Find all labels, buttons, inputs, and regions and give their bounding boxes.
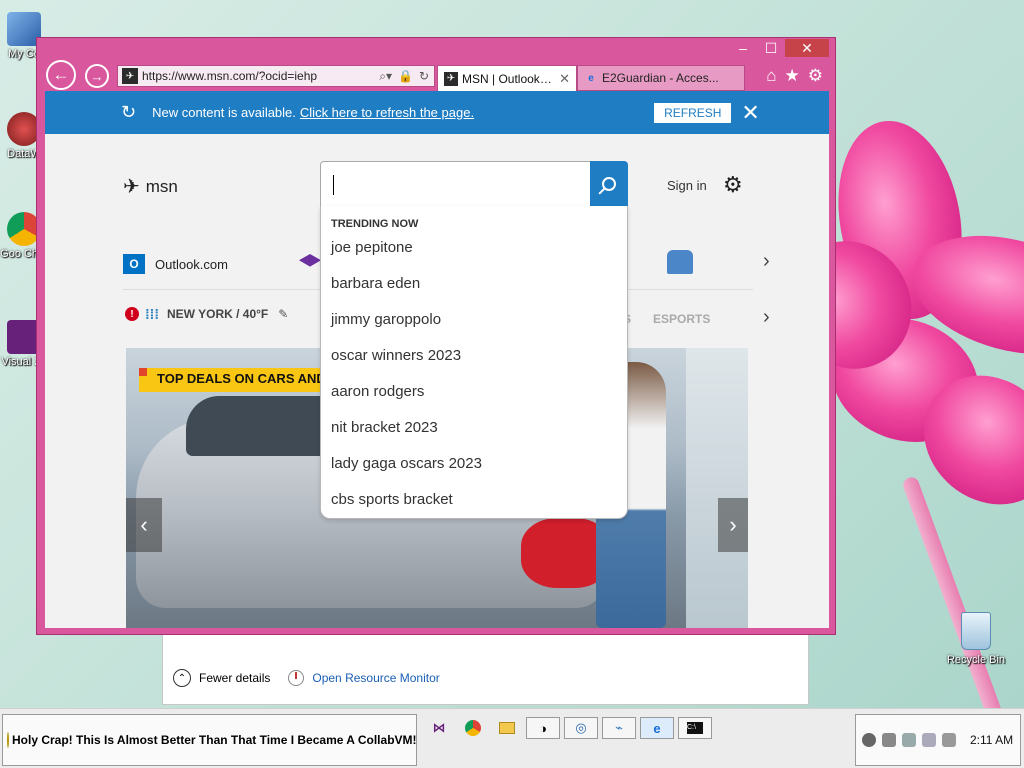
suggestion-item[interactable]: aaron rodgers <box>321 374 627 410</box>
address-bar[interactable]: ✈ https://www.msn.com/?ocid=iehp ⌕▾ 🔒 ↻ <box>117 65 435 87</box>
settings-gear-icon[interactable]: ⚙ <box>808 66 823 86</box>
suggestion-item[interactable]: cbs sports bracket <box>321 482 627 518</box>
car-icon[interactable] <box>667 250 693 274</box>
taskbar: Holy Crap! This Is Almost Better Than Th… <box>0 708 1024 768</box>
close-button[interactable]: ✕ <box>785 39 829 57</box>
cmd-taskbar-icon[interactable]: C:\ <box>678 717 712 739</box>
taskbar-apps: ⋈ ◑ ◎ ⌁ e C:\ <box>424 717 712 739</box>
search-button[interactable] <box>590 161 628 207</box>
notification-message: New content is available. <box>152 105 296 120</box>
tab-e2guardian[interactable]: e E2Guardian - Acces... <box>577 65 745 91</box>
tray-icon-4[interactable] <box>922 733 936 747</box>
suggestion-item[interactable]: jimmy garoppolo <box>321 302 627 338</box>
graduation-cap-icon[interactable] <box>299 254 321 267</box>
desktop-icon-recycle-bin[interactable]: Recycle Bin <box>944 612 1008 666</box>
system-tray: 2:11 AM <box>855 714 1021 766</box>
close-tab-icon[interactable]: ✕ <box>559 71 570 87</box>
ie-taskbar-icon[interactable]: e <box>640 717 674 739</box>
window-controls: – ☐ ✕ <box>729 39 829 57</box>
ie-tab-icon: e <box>588 72 594 84</box>
minimize-button[interactable]: – <box>729 39 757 57</box>
resource-monitor-icon <box>288 670 305 686</box>
refresh-button[interactable]: REFRESH <box>654 102 732 123</box>
clock[interactable]: 2:11 AM <box>970 733 1013 747</box>
maximize-button[interactable]: ☐ <box>757 39 785 57</box>
quicklink-outlook[interactable]: O Outlook.com <box>123 254 228 274</box>
chevron-right-icon[interactable]: › <box>763 250 770 273</box>
collabvm-banner: Holy Crap! This Is Almost Better Than Th… <box>2 714 417 766</box>
back-button[interactable]: ← <box>46 60 76 90</box>
task-manager-footer: ⌃ Fewer details Open Resource Monitor <box>173 669 440 687</box>
tray-icon-2[interactable] <box>882 733 896 747</box>
rain-icon: ⁞⁞⁞ <box>145 306 159 322</box>
suggestion-item[interactable]: oscar winners 2023 <box>321 338 627 374</box>
search-dropdown-icon[interactable]: ⌕▾ <box>379 69 392 84</box>
msn-favicon-icon: ✈ <box>122 68 138 84</box>
refresh-icon: ↻ <box>121 102 137 122</box>
suggestions-heading: TRENDING NOW <box>331 218 419 230</box>
hero-badge[interactable]: TOP DEALS ON CARS AND A <box>139 368 347 392</box>
address-url[interactable]: https://www.msn.com/?ocid=iehp <box>142 69 379 83</box>
taskbar-app-1[interactable]: ◑ <box>526 717 560 739</box>
carousel-next-icon[interactable]: › <box>718 498 748 552</box>
favorites-star-icon[interactable]: ★ <box>785 66 800 86</box>
taskbar-app-3[interactable]: ⌁ <box>602 717 636 739</box>
refresh-link[interactable]: Click here to refresh the page. <box>300 105 474 120</box>
msn-page: ✈ msn Sign in ⚙ O Outlook.com › ! ⁞⁞⁞ NE… <box>45 134 829 628</box>
tab-msn[interactable]: ✈ MSN | Outlook, ... ✕ <box>437 65 577 91</box>
volume-icon[interactable] <box>942 733 956 747</box>
chevron-up-icon[interactable]: ⌃ <box>173 669 191 687</box>
visual-studio-taskbar-icon[interactable]: ⋈ <box>424 717 454 739</box>
fewer-details-button[interactable]: Fewer details <box>199 671 270 685</box>
browser-toolbar: ⌂ ★ ⚙ <box>766 66 823 86</box>
tray-icon-1[interactable] <box>862 733 876 747</box>
msn-logo[interactable]: ✈ msn <box>123 174 178 199</box>
chrome-taskbar-icon[interactable] <box>458 717 488 739</box>
file-explorer-taskbar-icon[interactable] <box>492 717 522 739</box>
browser-content: ↻ New content is available. Click here t… <box>45 91 829 628</box>
lock-icon[interactable]: 🔒 <box>398 69 413 84</box>
reload-icon[interactable]: ↻ <box>419 69 429 84</box>
msn-tab-icon: ✈ <box>444 71 458 86</box>
forward-button[interactable]: → <box>85 64 109 88</box>
tab-label: MSN | Outlook, ... <box>462 71 554 86</box>
suggestion-item[interactable]: nit bracket 2023 <box>321 410 627 446</box>
recycle-bin-icon <box>961 612 991 650</box>
open-resource-monitor-link[interactable]: Open Resource Monitor <box>312 671 439 685</box>
search-suggestions: TRENDING NOW joe pepitone barbara eden j… <box>320 206 628 519</box>
taskbar-app-2[interactable]: ◎ <box>564 717 598 739</box>
search-input[interactable] <box>320 161 628 207</box>
suggestion-item[interactable]: barbara eden <box>321 266 627 302</box>
suggestion-item[interactable]: joe pepitone <box>321 230 627 266</box>
sign-in-link[interactable]: Sign in <box>667 178 707 193</box>
nav-item-esports[interactable]: ESPORTS <box>653 312 710 326</box>
carousel-prev-icon[interactable]: ‹ <box>126 498 162 552</box>
network-icon[interactable] <box>902 733 916 747</box>
tab-label: E2Guardian - Acces... <box>602 71 719 85</box>
internet-explorer-window: – ☐ ✕ ← → ✈ https://www.msn.com/?ocid=ie… <box>36 37 836 635</box>
weather-alert-icon: ! <box>125 307 139 321</box>
outlook-icon: O <box>123 254 145 274</box>
address-tools: ⌕▾ 🔒 ↻ <box>379 69 429 84</box>
chevron-right-icon[interactable]: › <box>763 306 770 329</box>
notification-bar: ↻ New content is available. Click here t… <box>45 91 829 134</box>
weather-widget[interactable]: ! ⁞⁞⁞ NEW YORK / 40°F ✎ <box>125 306 288 322</box>
smiley-icon <box>7 732 9 748</box>
home-icon[interactable]: ⌂ <box>766 66 776 86</box>
edit-pencil-icon[interactable]: ✎ <box>278 307 288 321</box>
suggestion-item[interactable]: lady gaga oscars 2023 <box>321 446 627 482</box>
search-icon <box>602 177 616 191</box>
msn-butterfly-icon: ✈ <box>123 176 140 198</box>
close-notification-icon[interactable]: ✕ <box>741 100 759 126</box>
page-settings-gear-icon[interactable]: ⚙ <box>723 172 743 198</box>
